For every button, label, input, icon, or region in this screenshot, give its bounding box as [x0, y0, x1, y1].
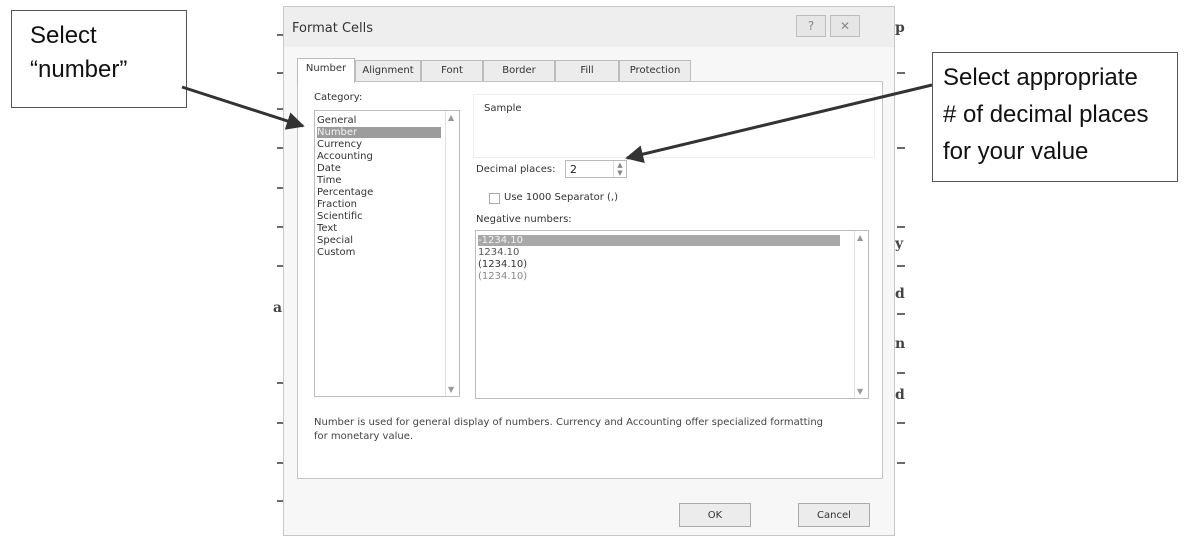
tab-number[interactable]: Number — [297, 58, 355, 83]
annotation-arrows — [181, 83, 933, 163]
arrow-to-number-category — [181, 85, 305, 130]
arrow-to-decimal-places — [625, 83, 933, 163]
